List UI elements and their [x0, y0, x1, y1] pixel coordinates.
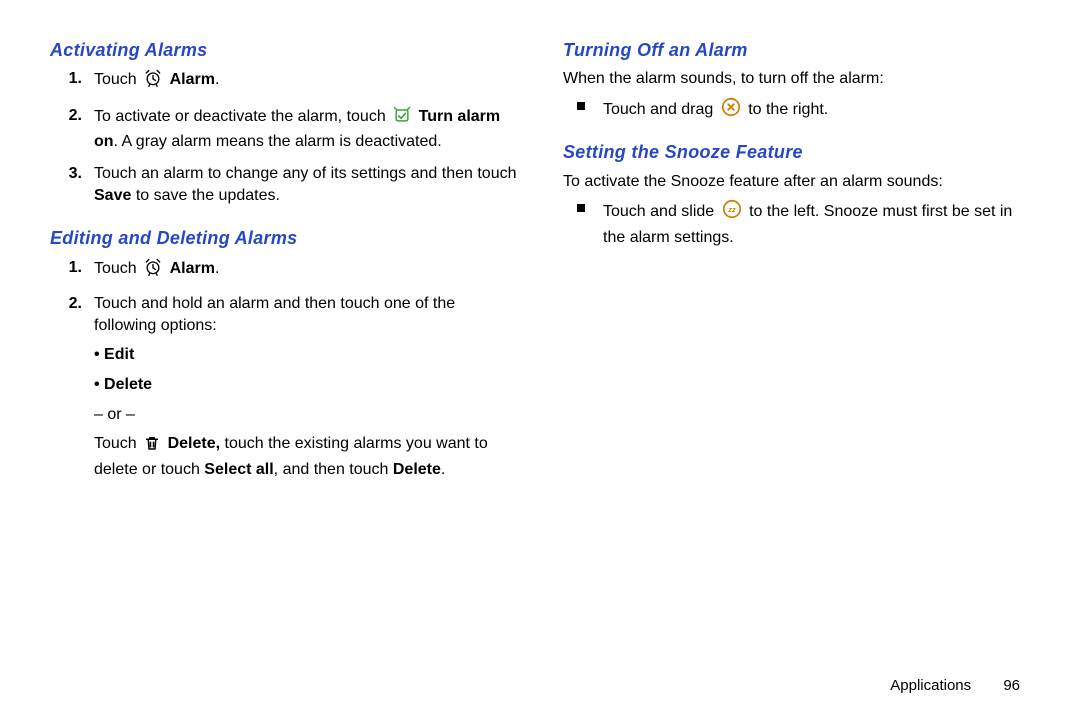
step-text: . — [441, 461, 445, 478]
step-text: . — [215, 260, 219, 277]
svg-text:zz: zz — [727, 205, 736, 214]
step-text: Touch and drag — [603, 101, 718, 118]
step-text: Touch — [94, 71, 141, 88]
footer-page-number: 96 — [1003, 676, 1020, 696]
heading-activating-alarms: Activating Alarms — [50, 38, 517, 62]
alarm-clock-icon — [143, 257, 163, 284]
step-text-bold: Alarm — [170, 71, 215, 88]
or-separator: – or – — [94, 400, 517, 430]
page-footer: Applications 96 — [890, 676, 1020, 696]
step-text-bold: Select all — [204, 461, 273, 478]
step: 3. Touch an alarm to change any of its s… — [86, 163, 517, 216]
step-text: Touch — [94, 260, 141, 277]
snooze-list: Touch and slide zz to the left. Snooze m… — [563, 198, 1030, 254]
step-text: Touch — [94, 435, 141, 452]
heading-turning-off-alarm: Turning Off an Alarm — [563, 38, 1030, 62]
left-column: Activating Alarms 1. Touch Alarm. 2. To … — [50, 38, 517, 720]
step-text: Touch and hold an alarm and then touch o… — [94, 295, 455, 334]
option-delete: Delete — [94, 370, 517, 400]
heading-snooze-feature: Setting the Snooze Feature — [563, 140, 1030, 164]
step: 1. Touch Alarm. — [86, 257, 517, 294]
heading-editing-deleting-alarms: Editing and Deleting Alarms — [50, 226, 517, 250]
step-text-bold: Delete, — [168, 435, 220, 452]
step-text: to the right. — [744, 101, 829, 118]
right-column: Turning Off an Alarm When the alarm soun… — [563, 38, 1030, 720]
dismiss-circle-icon — [720, 96, 742, 125]
option-alt: Touch Delete, touch the existing alarms … — [94, 429, 517, 484]
step: 1. Touch Alarm. — [86, 68, 517, 105]
step-number: 3. — [56, 163, 82, 185]
step-number: 2. — [56, 105, 82, 127]
manual-page: Activating Alarms 1. Touch Alarm. 2. To … — [0, 0, 1080, 720]
turn-off-list: Touch and drag to the right. — [563, 96, 1030, 131]
step-text: Touch and slide — [603, 203, 719, 220]
snooze-circle-icon: zz — [721, 198, 743, 227]
step-text: Touch an alarm to change any of its sett… — [94, 165, 517, 182]
alarm-on-icon — [392, 105, 412, 132]
step-text: , and then touch — [274, 461, 393, 478]
step-text-bold: Save — [94, 187, 131, 204]
trash-icon — [143, 434, 161, 459]
list-item: Touch and slide zz to the left. Snooze m… — [597, 198, 1030, 254]
activating-alarms-steps: 1. Touch Alarm. 2. To activate or deacti… — [50, 68, 517, 216]
editing-deleting-steps: 1. Touch Alarm. 2. Touch and hold an ala… — [50, 257, 517, 495]
step-number: 1. — [56, 257, 82, 279]
intro-text: To activate the Snooze feature after an … — [563, 171, 1030, 193]
step-number: 2. — [56, 293, 82, 315]
step-number: 1. — [56, 68, 82, 90]
footer-section: Applications — [890, 677, 971, 694]
step: 2. To activate or deactivate the alarm, … — [86, 105, 517, 163]
list-item: Touch and drag to the right. — [597, 96, 1030, 131]
step-text: to save the updates. — [131, 187, 280, 204]
intro-text: When the alarm sounds, to turn off the a… — [563, 68, 1030, 90]
step-text: . — [215, 71, 219, 88]
step-text: . A gray alarm means the alarm is deacti… — [114, 133, 442, 150]
step-text-bold: Delete — [393, 461, 441, 478]
step: 2. Touch and hold an alarm and then touc… — [86, 293, 517, 494]
option-list: Edit Delete – or – Touch Delete, touch t… — [94, 336, 517, 484]
step-text-bold: Alarm — [170, 260, 215, 277]
option-edit: Edit — [94, 340, 517, 370]
alarm-clock-icon — [143, 68, 163, 95]
step-text: To activate or deactivate the alarm, tou… — [94, 108, 390, 125]
